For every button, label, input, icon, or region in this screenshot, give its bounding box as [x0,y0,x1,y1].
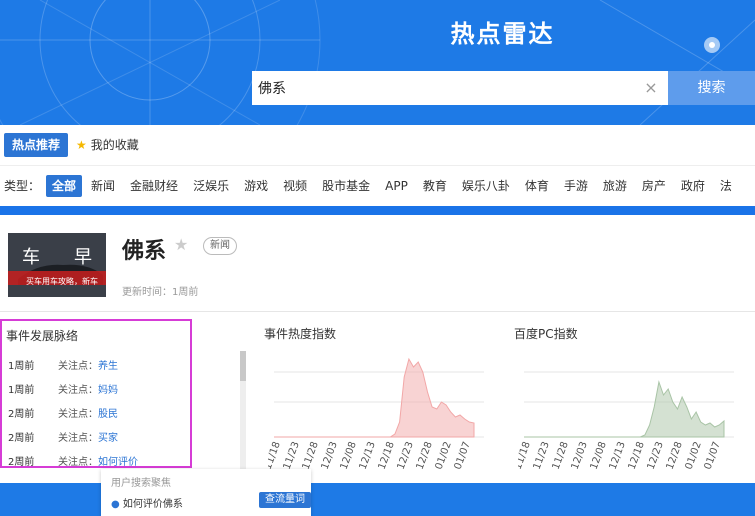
type-item[interactable]: 泛娱乐 [187,175,235,197]
x-tick-label: 11/23 [532,440,552,471]
x-tick-label: 12/13 [608,440,628,471]
popup-item-label: 如何评价佛系 [122,499,183,510]
divider [0,311,755,312]
x-tick-label: 12/18 [377,440,397,471]
x-tick-label: 12/08 [589,440,609,471]
search-focus-popup: 用户搜索聚焦 ● 如何评价佛系 查流量词 [101,469,311,516]
x-tick-label: 12/23 [396,440,416,471]
thumb-text-2: 早 [74,247,92,268]
x-tick-label: 12/13 [358,440,378,471]
type-item[interactable]: 金融财经 [124,175,184,197]
tl-label: 关注点： [58,433,98,444]
category-badge: 新闻 [203,237,237,255]
x-tick-label: 11/28 [551,440,571,471]
x-tick-label: 01/07 [453,440,473,471]
baidu-chart-title: 百度PC指数 [514,327,578,341]
x-tick-label: 12/03 [570,440,590,471]
type-filter-bar: 类型： 全部 新闻 金融财经 泛娱乐 游戏 视频 股市基金 APP 教育 娱乐八卦 体育 手游 旅游 房产政… [0,165,755,206]
type-item[interactable]: 法 [714,175,738,197]
check-traffic-button[interactable]: 查流量词 [259,492,311,508]
event-thumbnail: 车 早 买车用车攻略，新车 [8,233,106,297]
type-item[interactable]: 旅游 [597,175,633,197]
x-tick-label: 12/08 [339,440,359,471]
type-item[interactable]: 游戏 [238,175,274,197]
tl-label: 关注点： [58,409,98,420]
event-title: 佛系 [122,239,167,264]
header-banner: 热点雷达 [0,0,755,125]
type-item[interactable]: 教育 [417,175,453,197]
tl-when: 2周前 [8,409,35,420]
list-item: 1周前 关注点：养生 [8,357,118,372]
tl-keyword-link[interactable]: 养生 [98,361,118,372]
list-item: 2周前 关注点：股民 [8,405,118,420]
tl-label: 关注点： [58,385,98,396]
tl-when: 2周前 [8,433,35,444]
thumb-text-1: 车 [22,247,40,268]
tl-label: 关注点： [58,361,98,372]
tl-keyword-link[interactable]: 如何评价 [98,457,138,468]
page-title: 热点雷达 [450,20,555,48]
type-item[interactable]: 娱乐八卦 [456,175,516,197]
tl-label: 关注点： [58,457,98,468]
type-item[interactable]: APP [379,175,414,197]
heat-chart-title: 事件热度指数 [264,327,337,341]
x-tick-label: 12/23 [646,440,666,471]
type-item[interactable]: 政府 [675,175,711,197]
type-label: 类型： [4,179,41,193]
x-tick-label: 11/23 [282,440,302,471]
heat-chart: 11/1811/2311/2812/0312/0812/1312/1812/23… [268,357,484,471]
x-tick-label: 11/18 [518,440,533,471]
search-input[interactable] [252,71,632,105]
tl-keyword-link[interactable]: 妈妈 [98,385,118,396]
list-item: 2周前 关注点：如何评价 [8,453,138,468]
x-tick-label: 12/28 [415,440,435,471]
tl-when: 1周前 [8,361,35,372]
list-item: 1周前 关注点：妈妈 [8,381,118,396]
favorite-star-icon[interactable]: ★ [174,235,188,254]
search-button[interactable]: 搜索 [668,71,755,105]
clear-icon[interactable]: × [642,79,660,97]
x-tick-label: 11/28 [301,440,321,471]
type-item[interactable]: 新闻 [85,175,121,197]
x-tick-label: 12/03 [320,440,340,471]
search-box: × [252,71,668,105]
x-tick-label: 12/28 [665,440,685,471]
timeline-title: 事件发展脉络 [6,329,79,343]
timeline-scrollbar[interactable] [240,351,246,471]
list-item: 2周前 关注点：买家 [8,429,118,444]
type-item[interactable]: 房产 [636,175,672,197]
x-tick-label: 01/07 [703,440,723,471]
x-tick-label: 12/18 [627,440,647,471]
tl-keyword-link[interactable]: 股民 [98,409,118,420]
event-detail: 车 早 买车用车攻略，新车 佛系 ★ 新闻 更新时间：1周前 事件发展脉络 1周… [0,215,755,483]
baidu-chart: 11/1811/2311/2812/0312/0812/1312/1812/23… [518,371,734,471]
tab-hot-recommend[interactable]: 热点推荐 [4,133,69,157]
series-area [274,357,475,438]
tab-my-favorites[interactable]: ★ 我的收藏 [76,133,139,157]
x-tick-label: 11/18 [268,440,283,471]
tabs-bar: 热点推荐 ★ 我的收藏 [0,125,755,165]
tl-keyword-link[interactable]: 买家 [98,433,118,444]
popup-item[interactable]: ● 如何评价佛系 [111,495,183,510]
type-item[interactable]: 体育 [519,175,555,197]
x-tick-label: 01/02 [684,440,704,471]
update-time: 更新时间：1周前 [122,287,199,298]
tl-when: 2周前 [8,457,35,468]
type-item[interactable]: 股市基金 [316,175,376,197]
scroll-thumb[interactable] [240,351,246,381]
type-item[interactable]: 手游 [558,175,594,197]
star-icon: ★ [76,138,87,152]
tl-when: 1周前 [8,385,35,396]
series-area [524,380,725,438]
timeline-panel: 事件发展脉络 1周前 关注点：养生 1周前 关注点：妈妈 2周前 关注点：股民 2周前… [0,319,192,468]
popup-title: 用户搜索聚焦 [111,478,171,489]
type-item[interactable]: 全部 [46,175,83,197]
type-item[interactable]: 视频 [277,175,313,197]
x-tick-label: 01/02 [434,440,454,471]
tab-fav-label: 我的收藏 [90,138,139,152]
bullet-icon: ● [111,499,123,510]
thumb-caption: 买车用车攻略，新车 [26,277,98,286]
